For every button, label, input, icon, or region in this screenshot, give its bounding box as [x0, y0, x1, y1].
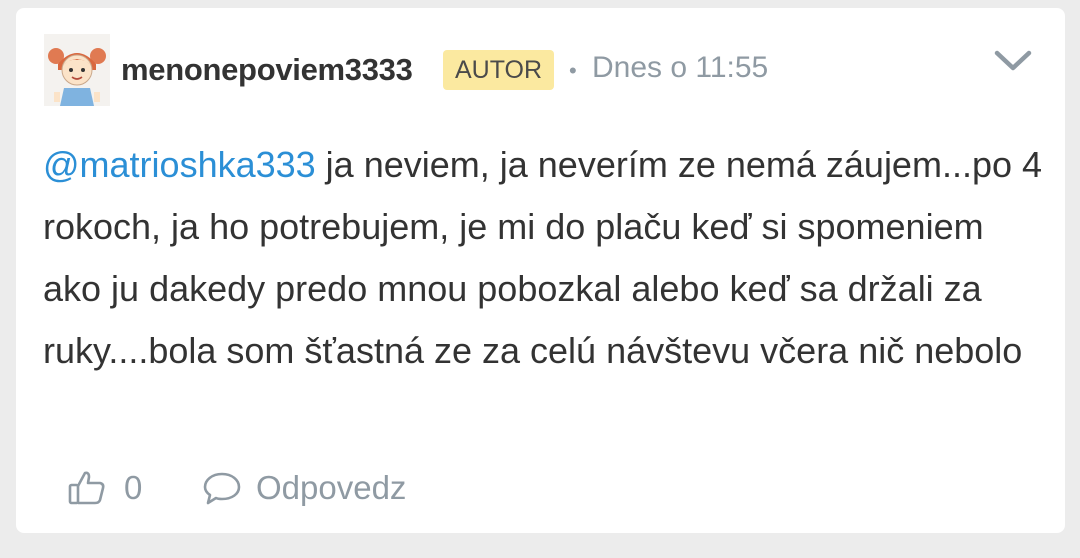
post-timestamp: Dnes o 11:55	[592, 51, 769, 84]
meta-separator: •	[569, 58, 577, 83]
like-button[interactable]: 0	[68, 464, 142, 512]
like-count: 0	[124, 469, 143, 506]
author-badge: AUTOR	[443, 50, 554, 90]
mention-link[interactable]: @matrioshka333	[43, 144, 316, 185]
thumbs-up-icon	[68, 471, 105, 505]
avatar[interactable]	[44, 34, 110, 106]
girl-avatar-icon	[44, 34, 110, 106]
comment-body: @matrioshka333 ja neviem, ja neverím ze …	[43, 134, 1048, 382]
reply-button[interactable]: Odpovedz	[202, 464, 406, 512]
reply-label: Odpovedz	[256, 469, 407, 506]
post-menu-button[interactable]	[993, 48, 1033, 74]
chevron-down-icon	[994, 50, 1032, 71]
author-username[interactable]: menonepoviem3333	[121, 52, 413, 88]
comment-card: menonepoviem3333 AUTOR • Dnes o 11:55 @m…	[16, 8, 1065, 533]
speech-bubble-icon	[203, 472, 241, 505]
